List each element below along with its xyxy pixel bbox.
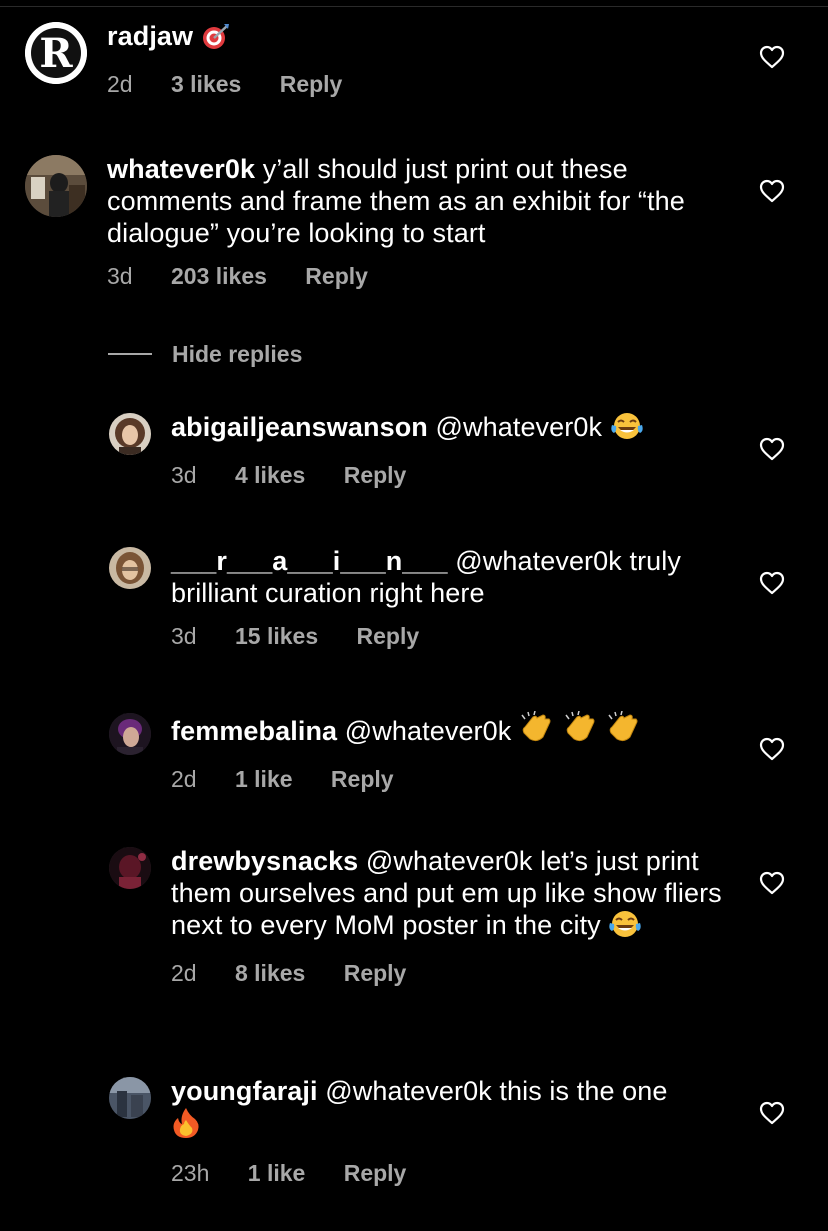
avatar-image bbox=[109, 1077, 151, 1119]
heart-icon[interactable] bbox=[759, 571, 785, 595]
fire-emoji-icon bbox=[171, 1107, 201, 1146]
comment-meta: 2d 1 like Reply bbox=[171, 766, 731, 793]
likes-count[interactable]: 3 likes bbox=[171, 71, 241, 97]
comment-time: 2d bbox=[107, 71, 133, 97]
top-divider bbox=[0, 6, 828, 7]
comment-text: femmebalina @whatever0k bbox=[171, 710, 731, 752]
reply-button[interactable]: Reply bbox=[344, 1160, 407, 1186]
comment-username[interactable]: radjaw bbox=[107, 21, 193, 51]
clapping-hands-emoji-icon bbox=[606, 710, 642, 752]
comment-time: 2d bbox=[171, 960, 197, 986]
comment-time: 3d bbox=[171, 462, 197, 488]
likes-count[interactable]: 4 likes bbox=[235, 462, 305, 488]
avatar-image bbox=[109, 847, 151, 889]
tears-of-joy-emoji-icon bbox=[608, 909, 642, 946]
likes-count[interactable]: 1 like bbox=[235, 766, 293, 792]
hide-replies-label: Hide replies bbox=[172, 340, 303, 367]
avatar[interactable] bbox=[25, 155, 87, 217]
avatar[interactable]: R bbox=[25, 22, 87, 84]
heart-icon[interactable] bbox=[759, 1101, 785, 1125]
comment-time: 3d bbox=[171, 623, 197, 649]
svg-text:R: R bbox=[39, 30, 73, 77]
avatar[interactable] bbox=[109, 413, 151, 455]
likes-count[interactable]: 1 like bbox=[248, 1160, 306, 1186]
heart-icon[interactable] bbox=[759, 871, 785, 895]
reply-button[interactable]: Reply bbox=[344, 462, 407, 488]
tears-of-joy-emoji-icon bbox=[610, 411, 644, 448]
clapping-hands-emoji-icon bbox=[519, 710, 555, 752]
comment-time: 3d bbox=[107, 263, 133, 289]
reply-button[interactable]: Reply bbox=[331, 766, 394, 792]
reply-button[interactable]: Reply bbox=[357, 623, 420, 649]
avatar-image bbox=[109, 413, 151, 455]
comment-text: ___r___a___i___n___ @whatever0k truly br… bbox=[171, 545, 731, 609]
likes-count[interactable]: 8 likes bbox=[235, 960, 305, 986]
comment-username[interactable]: abigailjeanswanson bbox=[171, 412, 428, 442]
heart-icon[interactable] bbox=[759, 737, 785, 761]
comment-time: 2d bbox=[171, 766, 197, 792]
clapping-hands-emoji-icon bbox=[563, 710, 599, 752]
comment-meta: 3d 15 likes Reply bbox=[171, 623, 731, 650]
avatar[interactable] bbox=[109, 1077, 151, 1119]
comment-body: @whatever0k this is the one bbox=[325, 1076, 668, 1106]
comment-text: whatever0k y’all should just print out t… bbox=[107, 153, 687, 249]
hide-replies-button[interactable]: Hide replies bbox=[108, 340, 302, 368]
hide-replies-line bbox=[108, 353, 152, 355]
reply-button[interactable]: Reply bbox=[280, 71, 343, 97]
avatar-image: R bbox=[25, 22, 87, 84]
comment-meta: 3d 203 likes Reply bbox=[107, 263, 687, 290]
comment-text: drewbysnacks @whatever0k let’s just prin… bbox=[171, 845, 731, 946]
comment-meta: 2d 3 likes Reply bbox=[107, 71, 687, 98]
likes-count[interactable]: 15 likes bbox=[235, 623, 318, 649]
avatar-image bbox=[109, 547, 151, 589]
comment-username[interactable]: femmebalina bbox=[171, 716, 337, 746]
direct-hit-emoji-icon bbox=[201, 22, 231, 57]
comment-username[interactable]: whatever0k bbox=[107, 154, 255, 184]
heart-icon[interactable] bbox=[759, 179, 785, 203]
comment-text: youngfaraji @whatever0k this is the one bbox=[171, 1075, 731, 1146]
comment-body: @whatever0k bbox=[344, 716, 512, 746]
avatar[interactable] bbox=[109, 847, 151, 889]
reply-button[interactable]: Reply bbox=[305, 263, 368, 289]
comment-time: 23h bbox=[171, 1160, 210, 1186]
comment-text: radjaw bbox=[107, 20, 687, 57]
comment-meta: 23h 1 like Reply bbox=[171, 1160, 731, 1187]
comment-meta: 3d 4 likes Reply bbox=[171, 462, 731, 489]
heart-icon[interactable] bbox=[759, 437, 785, 461]
avatar-image bbox=[109, 713, 151, 755]
comment-body: @whatever0k bbox=[435, 412, 603, 442]
heart-icon[interactable] bbox=[759, 45, 785, 69]
reply-button[interactable]: Reply bbox=[344, 960, 407, 986]
comment-username[interactable]: ___r___a___i___n___ bbox=[171, 546, 448, 576]
comment-username[interactable]: youngfaraji bbox=[171, 1076, 318, 1106]
avatar[interactable] bbox=[109, 713, 151, 755]
comment-username[interactable]: drewbysnacks bbox=[171, 846, 358, 876]
comment-text: abigailjeanswanson @whatever0k bbox=[171, 411, 731, 448]
avatar-image bbox=[25, 155, 87, 217]
comment-meta: 2d 8 likes Reply bbox=[171, 960, 731, 987]
avatar[interactable] bbox=[109, 547, 151, 589]
likes-count[interactable]: 203 likes bbox=[171, 263, 267, 289]
